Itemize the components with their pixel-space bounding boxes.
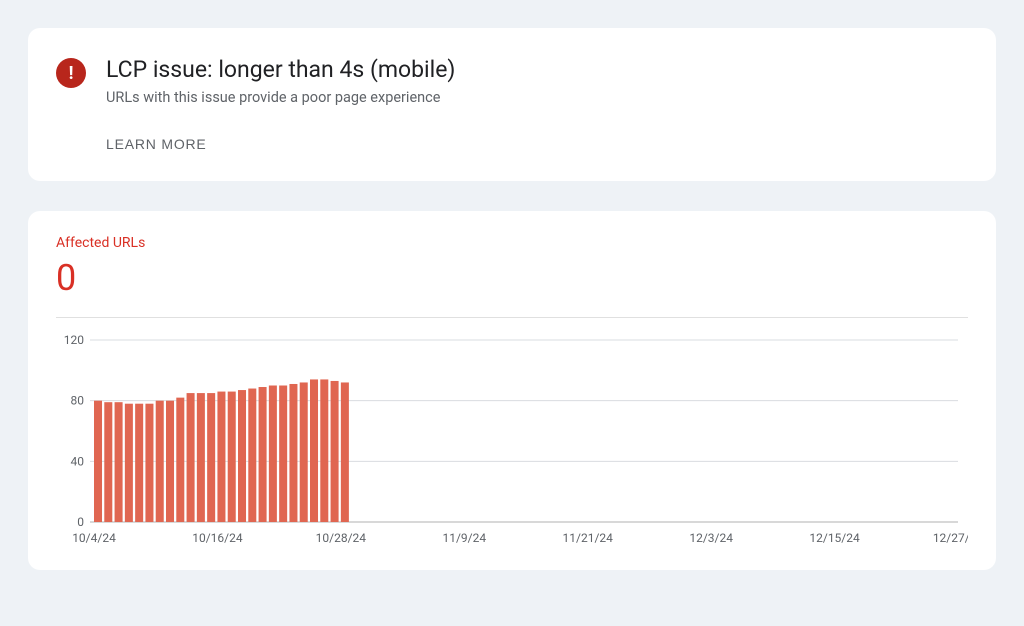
chart-bar xyxy=(176,398,184,522)
chart-bar xyxy=(104,402,112,522)
chart-bar xyxy=(125,404,133,522)
chart-card: Affected URLs 0 0 40 80 120 10/4/24 10/16/24 1… xyxy=(28,211,996,570)
chart-bar xyxy=(115,402,123,522)
x-tick-label: 12/27/24 xyxy=(933,531,968,545)
y-tick-label: 80 xyxy=(71,394,85,408)
chart-bar xyxy=(145,404,153,522)
issue-body: LCP issue: longer than 4s (mobile) URLs … xyxy=(106,56,455,153)
chart-bar xyxy=(289,384,297,522)
x-tick-label: 10/28/24 xyxy=(316,531,367,545)
chart-bar xyxy=(269,386,277,523)
y-tick-label: 40 xyxy=(71,454,85,468)
y-tick-label: 0 xyxy=(77,515,84,529)
chart-bar xyxy=(166,401,174,522)
x-tick-label: 12/15/24 xyxy=(809,531,860,545)
chart-bar xyxy=(94,401,102,522)
chart-bar xyxy=(135,404,143,522)
chart-bar xyxy=(310,379,318,522)
issue-card: ! LCP issue: longer than 4s (mobile) URL… xyxy=(28,28,996,181)
chart-bar xyxy=(300,382,308,522)
issue-title: LCP issue: longer than 4s (mobile) xyxy=(106,56,455,83)
chart-bar xyxy=(156,401,164,522)
chart-bar xyxy=(217,392,225,522)
x-tick-label: 10/4/24 xyxy=(72,531,116,545)
chart-bar xyxy=(279,386,287,523)
error-icon: ! xyxy=(56,58,86,88)
chart-bar xyxy=(207,393,215,522)
x-tick-label: 10/16/24 xyxy=(192,531,243,545)
metric-value: 0 xyxy=(56,257,968,299)
chart-bar xyxy=(228,392,236,522)
chart-bar xyxy=(187,393,195,522)
divider xyxy=(56,317,968,318)
issue-subtitle: URLs with this issue provide a poor page… xyxy=(106,89,455,106)
chart-bar xyxy=(341,382,349,522)
chart-bar xyxy=(238,390,246,522)
chart-bar xyxy=(320,379,328,522)
y-tick-label: 120 xyxy=(64,333,84,347)
metric-label: Affected URLs xyxy=(56,235,968,251)
affected-urls-chart: 0 40 80 120 10/4/24 10/16/24 10/28/24 11/9/24 11… xyxy=(56,332,968,552)
x-tick-label: 12/3/24 xyxy=(689,531,733,545)
chart-bar xyxy=(248,389,256,522)
x-tick-label: 11/21/24 xyxy=(563,531,614,545)
chart-bar xyxy=(331,381,339,522)
chart-bar xyxy=(197,393,205,522)
x-tick-label: 11/9/24 xyxy=(442,531,486,545)
learn-more-button[interactable]: LEARN MORE xyxy=(106,136,207,152)
chart-bar xyxy=(259,387,267,522)
